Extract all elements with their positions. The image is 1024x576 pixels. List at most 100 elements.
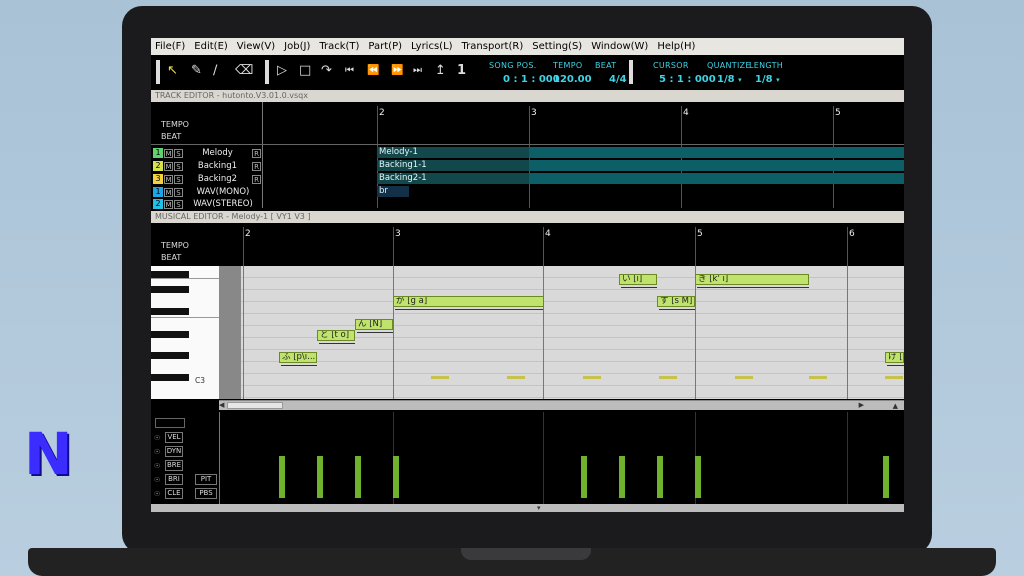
toolbar-grip-2[interactable]: [265, 60, 269, 84]
ctrl-vel-button[interactable]: VEL: [165, 432, 183, 443]
rewind-start-icon[interactable]: ⏮: [345, 63, 354, 79]
menu-window[interactable]: Window(W): [591, 41, 648, 52]
note-n[interactable]: ん [N]: [355, 319, 393, 330]
note-i[interactable]: い [i]: [619, 274, 657, 285]
piano-key-black[interactable]: [151, 374, 189, 381]
mute-button[interactable]: M: [164, 148, 173, 158]
record-button[interactable]: R: [252, 161, 261, 171]
velocity-bar[interactable]: [393, 456, 399, 498]
end-marker-icon[interactable]: 1: [457, 63, 466, 79]
horizontal-scrollbar[interactable]: ◀ ▶ ▲: [219, 400, 904, 410]
piano-key-black[interactable]: [151, 271, 189, 278]
ctrl-pit-button[interactable]: PIT: [195, 474, 217, 485]
solo-button[interactable]: S: [174, 187, 183, 197]
note-su[interactable]: す [s M]: [657, 296, 695, 307]
menu-edit[interactable]: Edit(E): [194, 41, 228, 52]
play-icon[interactable]: ▷: [277, 63, 287, 79]
piano-roll[interactable]: ふ [p\i... と [t o] ん [N] が [g a] い [i] す …: [241, 266, 904, 399]
solo-button[interactable]: S: [174, 148, 183, 158]
menu-lyrics[interactable]: Lyrics(L): [411, 41, 453, 52]
velocity-bar[interactable]: [619, 456, 625, 498]
note-fu[interactable]: ふ [p\i...: [279, 352, 317, 363]
menu-job[interactable]: Job(J): [284, 41, 310, 52]
pencil-tool-icon[interactable]: ✎: [191, 63, 202, 79]
track-row-backing1[interactable]: 2 M S Backing1 R: [151, 160, 263, 172]
note-ki[interactable]: き [k' i]: [695, 274, 809, 285]
chevron-down-icon[interactable]: ▾: [537, 504, 541, 512]
menu-track[interactable]: Track(T): [319, 41, 359, 52]
piano-key[interactable]: [151, 317, 219, 318]
piano-key-black[interactable]: [151, 331, 189, 338]
record-button[interactable]: R: [252, 148, 261, 158]
control-selector[interactable]: [155, 418, 185, 428]
menu-part[interactable]: Part(P): [368, 41, 402, 52]
menu-transport[interactable]: Transport(R): [462, 41, 524, 52]
stop-icon[interactable]: □: [299, 63, 311, 79]
velocity-bar[interactable]: [317, 456, 323, 498]
start-marker-icon[interactable]: ↥: [435, 63, 446, 79]
zoom-icon[interactable]: ▲: [893, 402, 898, 410]
menu-view[interactable]: View(V): [237, 41, 275, 52]
fast-forward-icon[interactable]: ⏩: [391, 63, 403, 79]
velocity-bar[interactable]: [695, 456, 701, 498]
eraser-tool-icon[interactable]: ⌫: [235, 63, 253, 79]
pointer-tool-icon[interactable]: ↖: [167, 63, 178, 79]
toolbar-grip-3[interactable]: [629, 60, 633, 84]
note-ke[interactable]: け [k...: [885, 352, 904, 363]
loop-icon[interactable]: ↷: [321, 63, 332, 79]
forward-end-icon[interactable]: ⏭: [413, 63, 422, 79]
ctrl-bri-button[interactable]: BRI: [165, 474, 183, 485]
mute-button[interactable]: M: [164, 187, 173, 197]
track-row-wav-stereo[interactable]: 2 M S WAV(STEREO): [151, 198, 263, 210]
piano-key-black[interactable]: [151, 352, 189, 359]
menu-file[interactable]: File(F): [155, 41, 185, 52]
scroll-left-icon[interactable]: ◀: [219, 401, 224, 409]
velocity-bar[interactable]: [279, 456, 285, 498]
eye-icon[interactable]: ☉: [154, 448, 160, 456]
menu-help[interactable]: Help(H): [657, 41, 695, 52]
part-melody[interactable]: Melody-1: [377, 147, 529, 158]
ctrl-cle-button[interactable]: CLE: [165, 488, 183, 499]
piano-keyboard[interactable]: C3: [151, 266, 241, 399]
solo-button[interactable]: S: [174, 161, 183, 171]
velocity-bar[interactable]: [883, 456, 889, 498]
bottom-scrollbar[interactable]: ▾: [151, 504, 904, 512]
track-row-wav-mono[interactable]: 1 M S WAV(MONO): [151, 186, 263, 198]
piano-key-black[interactable]: [151, 308, 189, 315]
velocity-bar[interactable]: [581, 456, 587, 498]
solo-button[interactable]: S: [174, 174, 183, 184]
ctrl-dyn-button[interactable]: DYN: [165, 446, 183, 457]
mute-button[interactable]: M: [164, 174, 173, 184]
mute-button[interactable]: M: [164, 161, 173, 171]
velocity-bar[interactable]: [355, 456, 361, 498]
beat-value[interactable]: 4/4: [609, 74, 627, 85]
scroll-right-icon[interactable]: ▶: [859, 401, 864, 409]
control-track[interactable]: VEL DYN BRE BRI CLE PIT PBS ☉ ☉ ☉ ☉ ☉ ▾: [151, 412, 904, 512]
line-tool-icon[interactable]: ∕: [213, 63, 217, 79]
note-ga[interactable]: が [g a]: [393, 296, 544, 307]
length-select[interactable]: 1/8 ▾: [755, 74, 780, 85]
ctrl-pbs-button[interactable]: PBS: [195, 488, 217, 499]
track-row-melody[interactable]: 1 M S Melody R: [151, 147, 263, 159]
eye-icon[interactable]: ☉: [154, 490, 160, 498]
solo-button[interactable]: S: [174, 199, 183, 209]
scroll-thumb[interactable]: [227, 402, 283, 409]
velocity-bar[interactable]: [657, 456, 663, 498]
eye-icon[interactable]: ☉: [154, 462, 160, 470]
menu-setting[interactable]: Setting(S): [532, 41, 582, 52]
part-backing1[interactable]: Backing1-1: [377, 160, 529, 171]
toolbar-grip[interactable]: [156, 60, 160, 84]
piano-key-black[interactable]: [151, 286, 189, 293]
part-wav-mono[interactable]: br: [377, 186, 409, 197]
eye-icon[interactable]: ☉: [154, 476, 160, 484]
mute-button[interactable]: M: [164, 199, 173, 209]
eye-icon[interactable]: ☉: [154, 434, 160, 442]
track-row-backing2[interactable]: 3 M S Backing2 R: [151, 173, 263, 185]
ctrl-bre-button[interactable]: BRE: [165, 460, 183, 471]
part-backing2[interactable]: Backing2-1: [377, 173, 529, 184]
tempo-value[interactable]: 120.00: [553, 74, 592, 85]
quantize-select[interactable]: 1/8 ▾: [717, 74, 742, 85]
rewind-icon[interactable]: ⏪: [367, 63, 379, 79]
note-to[interactable]: と [t o]: [317, 330, 355, 341]
record-button[interactable]: R: [252, 174, 261, 184]
